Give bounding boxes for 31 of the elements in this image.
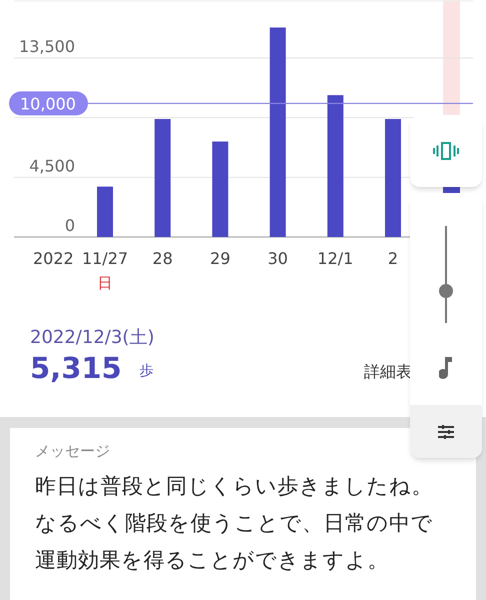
- step-bar[interactable]: [327, 95, 344, 237]
- detail-link[interactable]: 詳細表: [364, 360, 412, 384]
- year-label: 2022: [33, 249, 74, 268]
- step-bar[interactable]: [270, 28, 286, 237]
- y-tick-label: 0: [64, 216, 75, 235]
- sliders-icon: [438, 424, 454, 438]
- step-bar[interactable]: [212, 142, 228, 237]
- x-tick-label: 2: [388, 249, 398, 268]
- x-tick-label: 29: [210, 249, 230, 268]
- settings-button[interactable]: [410, 405, 482, 458]
- volume-slider[interactable]: [439, 226, 453, 323]
- slider-thumb[interactable]: [439, 284, 453, 298]
- y-tick-label: 4,500: [29, 156, 75, 176]
- x-tick-label: 11/27: [82, 249, 128, 268]
- ringer-mode-button[interactable]: [410, 115, 482, 187]
- date-label: 2022/12/3(土): [30, 326, 154, 350]
- weekday-label: 日: [98, 274, 112, 292]
- message-line: 昨日は普段と同じくらい歩きましたね。: [35, 473, 434, 500]
- message-title: メッセージ: [35, 441, 111, 462]
- message-line: なるべく階段を使うことで、日常の中で: [35, 510, 434, 537]
- y-tick-label: 13,500: [19, 37, 75, 56]
- ref-line-label: 10,000: [20, 94, 76, 114]
- step-unit: 歩: [140, 362, 154, 381]
- goal-badge: 10,000: [9, 91, 88, 116]
- x-tick-label: 30: [268, 249, 288, 268]
- x-tick-label: 12/1: [317, 249, 354, 268]
- music-note-icon: [439, 357, 453, 379]
- step-count: 5,315: [30, 350, 122, 386]
- x-tick-label: 28: [152, 249, 173, 268]
- message-line: 運動効果を得ることができますよ。: [35, 547, 390, 574]
- step-bar[interactable]: [154, 119, 171, 237]
